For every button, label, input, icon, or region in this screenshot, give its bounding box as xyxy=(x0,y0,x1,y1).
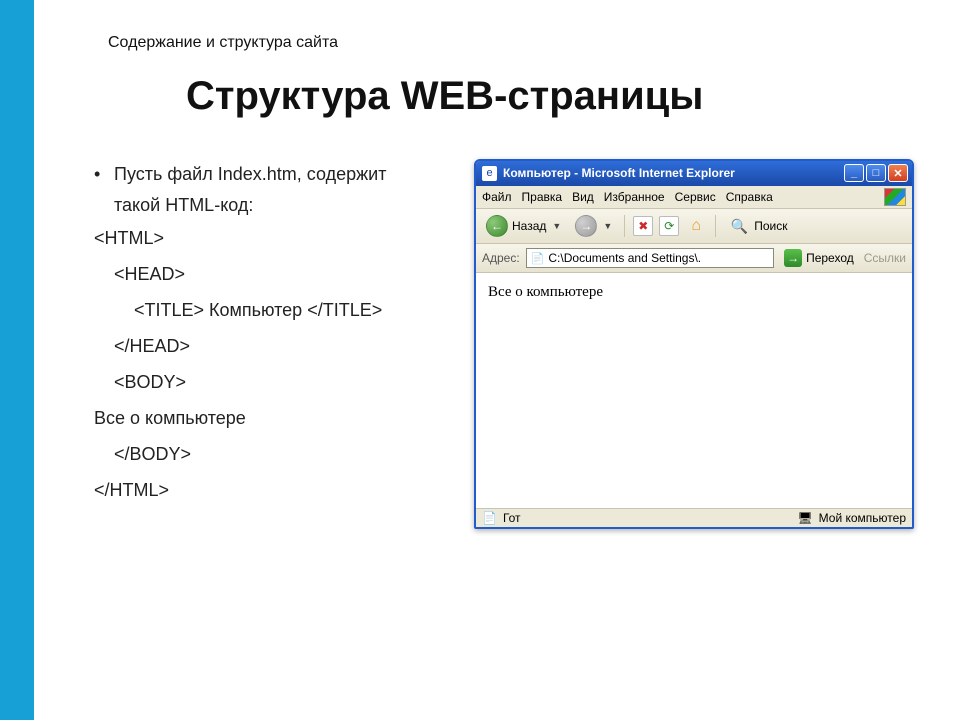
code-line-body-close: </BODY> xyxy=(94,436,434,472)
close-button[interactable]: ✕ xyxy=(888,164,908,182)
slide-title: Структура WEB-страницы xyxy=(186,74,930,119)
status-left: Гот xyxy=(503,511,521,525)
separator xyxy=(624,215,625,237)
back-button[interactable]: ← Назад ▼ xyxy=(482,213,565,239)
titlebar[interactable]: e Компьютер - Microsoft Internet Explore… xyxy=(476,161,912,186)
menu-file[interactable]: Файл xyxy=(482,190,512,204)
ie-logo-icon: e xyxy=(482,166,497,181)
forward-button[interactable]: → ▼ xyxy=(571,213,616,239)
status-right: Мой компьютер xyxy=(819,511,906,525)
code-line-html-open: <HTML> xyxy=(94,220,434,256)
code-line-head-close: </HEAD> xyxy=(94,328,434,364)
address-value: C:\Documents and Settings\. xyxy=(548,251,701,265)
window-title: Компьютер - Microsoft Internet Explorer xyxy=(503,166,844,180)
menu-help[interactable]: Справка xyxy=(726,190,773,204)
bullet-icon: • xyxy=(94,159,114,220)
minimize-button[interactable]: _ xyxy=(844,164,864,182)
go-arrow-icon: → xyxy=(784,249,802,267)
windows-flag-icon xyxy=(884,188,906,206)
go-label: Переход xyxy=(806,251,854,265)
links-button[interactable]: Ссылки xyxy=(864,251,906,265)
search-button[interactable]: 🔍 Поиск xyxy=(724,213,791,239)
code-line-title: <TITLE> Компьютер </TITLE> xyxy=(94,292,434,328)
code-line-html-close: </HTML> xyxy=(94,472,434,508)
code-line-body-text: Все о компьютере xyxy=(94,400,434,436)
chevron-down-icon: ▼ xyxy=(603,221,612,231)
toolbar: ← Назад ▼ → ▼ ✖ ⟳ ⌂ 🔍 Поиск xyxy=(476,209,912,244)
address-bar: Адрес: 📄 C:\Documents and Settings\. → П… xyxy=(476,244,912,273)
forward-arrow-icon: → xyxy=(575,215,597,237)
stop-button[interactable]: ✖ xyxy=(633,216,653,236)
address-label: Адрес: xyxy=(482,251,520,265)
back-arrow-icon: ← xyxy=(486,215,508,237)
slide-content: Содержание и структура сайта Структура W… xyxy=(34,0,960,720)
go-button[interactable]: → Переход xyxy=(780,248,858,268)
menu-favorites[interactable]: Избранное xyxy=(604,190,665,204)
menubar: Файл Правка Вид Избранное Сервис Справка xyxy=(476,186,912,209)
maximize-button[interactable]: □ xyxy=(866,164,886,182)
address-field[interactable]: 📄 C:\Documents and Settings\. xyxy=(526,248,774,268)
computer-icon: 🖥 xyxy=(797,511,812,525)
page-body-text: Все о компьютере xyxy=(488,284,603,300)
page-icon: 📄 xyxy=(531,252,545,265)
accent-stripe xyxy=(0,0,34,720)
search-icon: 🔍 xyxy=(728,215,750,237)
chevron-down-icon: ▼ xyxy=(552,221,561,231)
pre-title: Содержание и структура сайта xyxy=(108,34,930,52)
menu-edit[interactable]: Правка xyxy=(522,190,563,204)
menu-view[interactable]: Вид xyxy=(572,190,594,204)
menu-tools[interactable]: Сервис xyxy=(675,190,716,204)
status-bar: 📄 Гот 🖥 Мой компьютер xyxy=(476,508,912,527)
code-line-head-open: <HEAD> xyxy=(94,256,434,292)
page-viewport: Все о компьютере xyxy=(476,273,912,508)
back-label: Назад xyxy=(512,219,546,233)
home-button[interactable]: ⌂ xyxy=(685,215,707,237)
left-column: • Пусть файл Index.htm, содержит такой H… xyxy=(94,159,434,508)
search-label: Поиск xyxy=(754,219,787,233)
code-line-body-open: <BODY> xyxy=(94,364,434,400)
bullet-text: Пусть файл Index.htm, содержит такой HTM… xyxy=(114,159,434,220)
ie-window: e Компьютер - Microsoft Internet Explore… xyxy=(474,159,914,529)
refresh-button[interactable]: ⟳ xyxy=(659,216,679,236)
separator xyxy=(715,215,716,237)
page-icon: 📄 xyxy=(482,511,497,525)
